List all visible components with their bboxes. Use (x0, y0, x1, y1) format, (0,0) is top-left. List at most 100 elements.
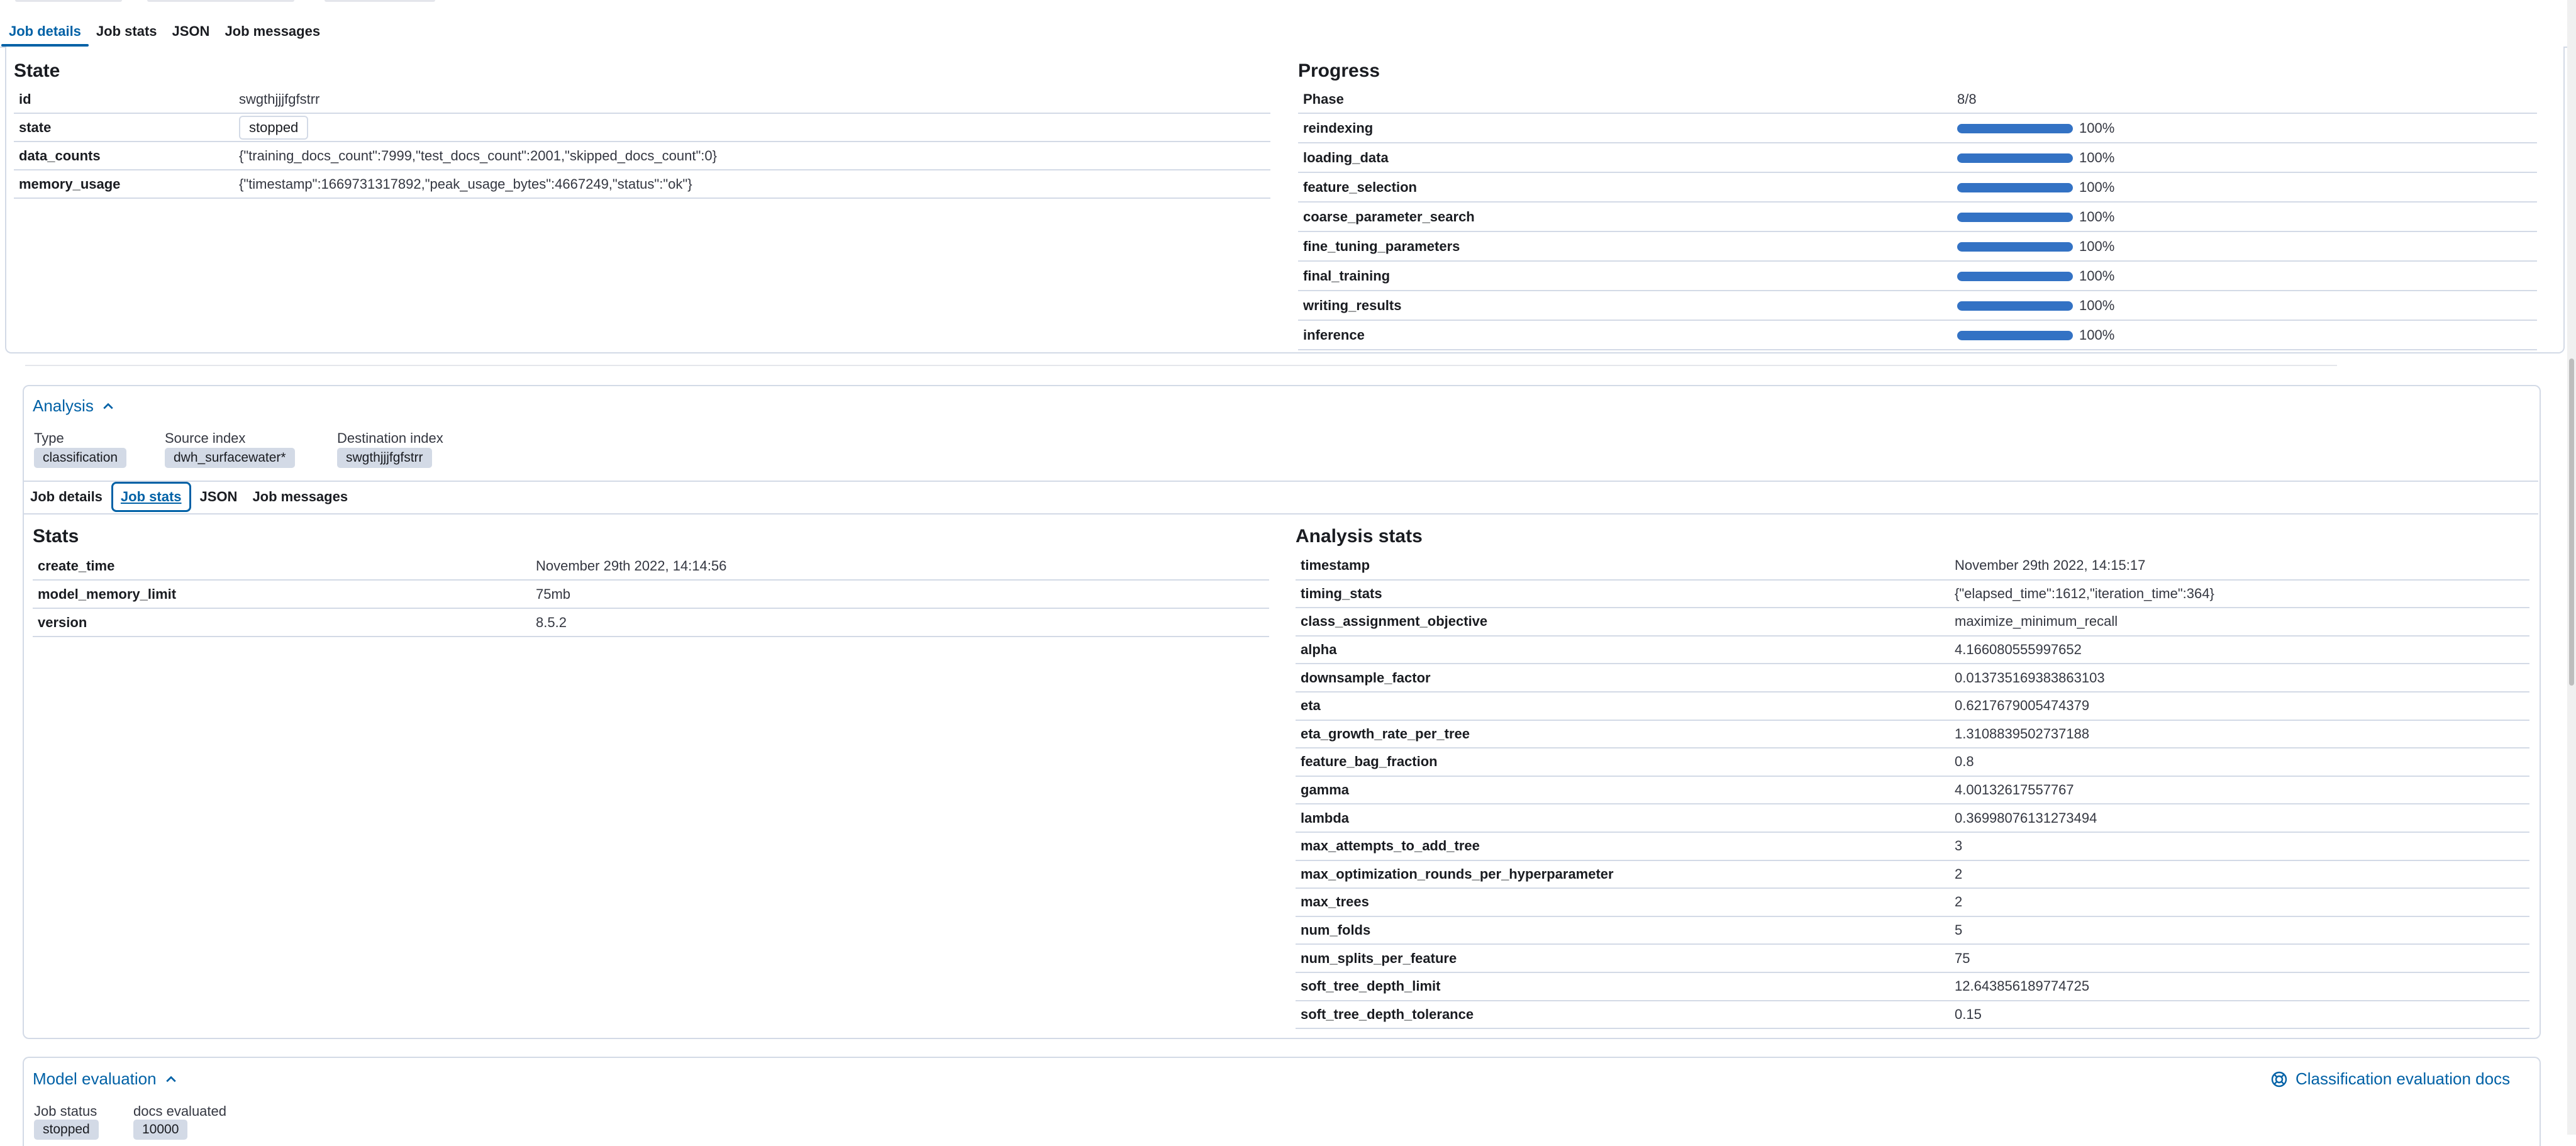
progress-percent: 100% (2079, 326, 2115, 343)
row-value: 100% (1957, 238, 2114, 255)
state-row-data-counts: data_counts {"training_docs_count":7999,… (14, 142, 1270, 170)
row-value: 4.166080555997652 (1955, 642, 2082, 658)
tab-job-stats[interactable]: Job stats (89, 16, 165, 47)
progress-bar (1957, 124, 2073, 134)
state-row-memory-usage: memory_usage {"timestamp":1669731317892,… (14, 170, 1270, 199)
analysis-stats-row: timing_stats {"elapsed_time":1612,"iterat… (1296, 581, 2529, 609)
row-key: eta (1301, 698, 1321, 714)
analysis-stats-row: class_assignment_objective maximize_minim… (1296, 608, 2529, 637)
row-key: writing_results (1303, 297, 1402, 313)
docs-evaluated-label: docs evaluated (133, 1103, 226, 1119)
analysis-stats-row: max_optimization_rounds_per_hyperparamet… (1296, 861, 2529, 889)
progress-bar (1957, 153, 2073, 164)
model-evaluation-panel (23, 1057, 2541, 1146)
tab-job-stats[interactable]: Job stats (111, 482, 191, 512)
progress-row-final-training: final_training 100% (1298, 262, 2537, 291)
docs-evaluated-badge: 10000 (133, 1120, 188, 1140)
row-value: maximize_minimum_recall (1955, 613, 2118, 630)
row-key: gamma (1301, 782, 1350, 798)
row-value: 8/8 (1957, 91, 1977, 107)
top-remnant-3 (325, 0, 435, 2)
row-value: 0.8 (1955, 754, 1974, 770)
tab-job-details[interactable]: Job details (23, 482, 110, 512)
progress-title: Progress (1298, 60, 1380, 81)
row-key: final_training (1303, 267, 1391, 284)
progress-row-fine-tuning-parameters: fine_tuning_parameters 100% (1298, 232, 2537, 262)
row-value: 0.36998076131273494 (1955, 809, 2097, 826)
analysis-stats-row: eta_growth_rate_per_tree 1.31088395027371… (1296, 721, 2529, 749)
chevron-up-icon (103, 403, 113, 409)
state-title: State (14, 60, 60, 81)
analysis-title: Analysis (33, 396, 94, 415)
analysis-stats-row: max_attempts_to_add_tree 3 (1296, 833, 2529, 861)
top-remnant-2 (147, 0, 294, 2)
job-status-badge: stopped (34, 1120, 99, 1140)
analysis-toggle[interactable]: Analysis (33, 396, 114, 416)
analysis-stats-row: num_folds 5 (1296, 917, 2529, 945)
row-key: loading_data (1303, 149, 1389, 165)
row-value: 12.643856189774725 (1955, 978, 2090, 994)
stats-title: Stats (33, 526, 79, 547)
analysis-stats-row: soft_tree_depth_tolerance 0.15 (1296, 1001, 2529, 1030)
row-key: Phase (1303, 91, 1344, 107)
row-value: 0.013735169383863103 (1955, 669, 2105, 686)
progress-percent: 100% (2079, 120, 2115, 136)
scrollbar-thumb[interactable] (2569, 359, 2574, 686)
row-key: version (38, 614, 87, 630)
row-key: max_optimization_rounds_per_hyperparamet… (1301, 865, 1614, 882)
row-value: November 29th 2022, 14:15:17 (1955, 557, 2146, 574)
tab-job-details[interactable]: Job details (1, 16, 89, 47)
destination-index-badge: swgthjjjfgfstrr (337, 448, 432, 468)
row-key: max_trees (1301, 894, 1369, 910)
tab-json[interactable]: JSON (192, 482, 245, 512)
progress-row-phase: Phase 8/8 (1298, 86, 2537, 114)
analysis-stats-row: lambda 0.36998076131273494 (1296, 804, 2529, 833)
progress-bar (1957, 301, 2073, 311)
progress-row-inference: inference 100% (1298, 321, 2537, 350)
row-key: alpha (1301, 642, 1337, 658)
state-row-id: id swgthjjjfgfstrr (14, 86, 1270, 114)
row-value: {"training_docs_count":7999,"test_docs_c… (239, 147, 717, 164)
row-value: 1.3108839502737188 (1955, 725, 2090, 742)
analysis-stats-row: alpha 4.166080555997652 (1296, 637, 2529, 665)
analysis-stats-row: gamma 4.00132617557767 (1296, 777, 2529, 805)
progress-bar (1957, 272, 2073, 282)
analysis-stats-row: feature_bag_fraction 0.8 (1296, 748, 2529, 777)
row-value: November 29th 2022, 14:14:56 (536, 557, 727, 574)
progress-percent: 100% (2079, 208, 2115, 225)
progress-percent: 100% (2079, 297, 2115, 313)
progress-row-writing-results: writing_results 100% (1298, 291, 2537, 321)
analysis-stats-row: eta 0.6217679005474379 (1296, 693, 2529, 721)
stats-row: create_time November 29th 2022, 14:14:56 (33, 552, 1269, 581)
tab-job-messages[interactable]: Job messages (245, 482, 355, 512)
progress-row-reindexing: reindexing 100% (1298, 114, 2537, 143)
row-value: 100% (1957, 120, 2114, 136)
row-key: eta_growth_rate_per_tree (1301, 725, 1470, 742)
progress-percent: 100% (2079, 179, 2115, 195)
row-value: 100% (1957, 327, 2114, 343)
progress-percent: 100% (2079, 149, 2115, 165)
tab-json[interactable]: JSON (165, 16, 218, 47)
row-key: coarse_parameter_search (1303, 208, 1475, 225)
tab-job-messages[interactable]: Job messages (217, 16, 328, 47)
progress-bar (1957, 242, 2073, 252)
row-key: feature_bag_fraction (1301, 754, 1438, 770)
stats-row: model_memory_limit 75mb (33, 581, 1269, 609)
analysis-stats-row: downsample_factor 0.013735169383863103 (1296, 664, 2529, 693)
chevron-up-icon (165, 1076, 176, 1082)
type-badge: classification (34, 448, 127, 468)
analysis-stats-row: num_splits_per_feature 75 (1296, 945, 2529, 973)
row-key: inference (1303, 326, 1365, 343)
classification-evaluation-docs-link[interactable]: Classification evaluation docs (2270, 1069, 2510, 1089)
row-value: 100% (1957, 268, 2114, 284)
top-tabs: Job details Job stats JSON Job messages (1, 16, 328, 47)
row-value: 0.15 (1955, 1006, 1982, 1022)
model-evaluation-toggle[interactable]: Model evaluation (33, 1069, 177, 1089)
source-index-badge: dwh_surfacewater* (165, 448, 295, 468)
progress-row-feature-selection: feature_selection 100% (1298, 173, 2537, 203)
row-key: timing_stats (1301, 585, 1382, 601)
row-key: fine_tuning_parameters (1303, 238, 1460, 254)
row-key: timestamp (1301, 557, 1370, 574)
row-value: 3 (1955, 838, 1963, 854)
analysis-tabs-top-line (23, 481, 2538, 482)
